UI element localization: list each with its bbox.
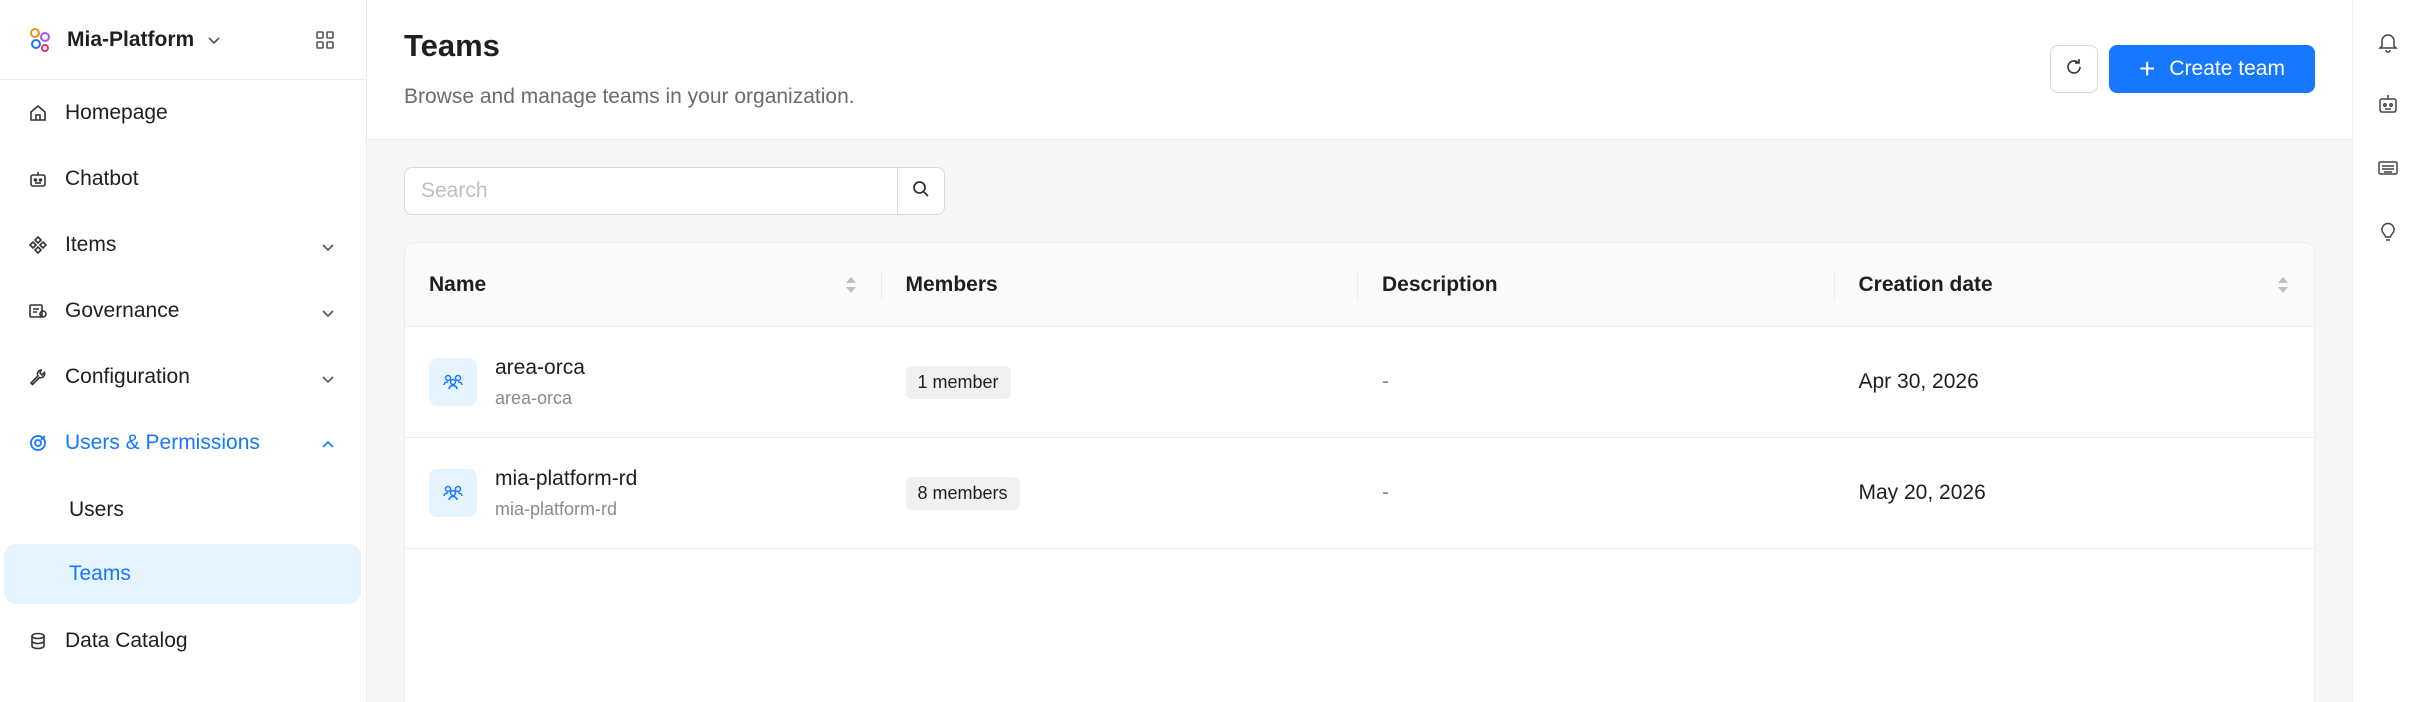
cell-creation-date: May 20, 2026 (1835, 438, 2315, 549)
main-content: Teams Browse and manage teams in your or… (367, 0, 2352, 702)
team-name[interactable]: area-orca (495, 356, 585, 380)
sort-icon[interactable] (2276, 271, 2290, 299)
chevron-down-icon (320, 237, 336, 253)
cell-creation-date: Apr 30, 2026 (1835, 327, 2315, 438)
team-text: mia-platform-rd mia-platform-rd (495, 467, 637, 520)
sidebar-item-users-permissions[interactable]: Users & Permissions (0, 410, 366, 476)
cell-members: 1 member (882, 327, 1359, 438)
users-permissions-icon (27, 432, 49, 454)
sidebar-item-homepage[interactable]: Homepage (0, 80, 366, 146)
cell-name: mia-platform-rd mia-platform-rd (405, 438, 882, 549)
table-row[interactable]: mia-platform-rd mia-platform-rd 8 member… (405, 438, 2314, 549)
sidebar-item-governance[interactable]: Governance (0, 278, 366, 344)
items-icon (27, 234, 49, 256)
team-slug: area-orca (495, 387, 573, 408)
cell-name: area-orca area-orca (405, 327, 882, 438)
page-subtitle: Browse and manage teams in your organiza… (404, 85, 855, 108)
search-icon (911, 179, 931, 204)
sidebar-item-configuration[interactable]: Configuration (0, 344, 366, 410)
chevron-down-icon (206, 32, 222, 48)
keyboard-icon[interactable] (2375, 155, 2401, 181)
search-input[interactable] (404, 167, 897, 215)
sidebar-item-items[interactable]: Items (0, 212, 366, 278)
sidebar-item-chatbot[interactable]: Chatbot (0, 146, 366, 212)
sidebar-item-label: Chatbot (65, 167, 139, 190)
page-header: Teams Browse and manage teams in your or… (367, 0, 2352, 140)
sidebar-item-label: Configuration (65, 365, 190, 388)
column-header-members: Members (882, 243, 1358, 327)
cell-members: 8 members (882, 438, 1359, 549)
cell-description: - (1358, 327, 1835, 438)
refresh-icon (2064, 57, 2084, 82)
column-header-description: Description (1358, 243, 1835, 327)
create-team-button[interactable]: + Create team (2109, 45, 2315, 93)
description-text: - (1382, 370, 1389, 393)
lightbulb-icon[interactable] (2375, 219, 2401, 245)
sidebar-subitem-teams[interactable]: Teams (4, 544, 361, 604)
description-text: - (1382, 481, 1389, 504)
creation-date-text: May 20, 2026 (1858, 481, 1986, 504)
chevron-down-icon (320, 303, 336, 319)
search-button[interactable] (897, 167, 945, 215)
sidebar-subitem-users[interactable]: Users (4, 480, 361, 540)
column-header-name[interactable]: Name (405, 243, 882, 327)
column-label: Members (905, 272, 998, 296)
teams-table: Name Members Description Creation date a… (404, 242, 2315, 702)
chevron-up-icon (320, 435, 336, 451)
wrench-icon (27, 366, 49, 388)
brand-name: Mia-Platform (67, 27, 195, 51)
robot-icon[interactable] (2375, 91, 2401, 117)
mia-logo-icon (27, 27, 53, 53)
sidebar-nav: Homepage Chatbot Items Governance Config… (0, 80, 366, 674)
sidebar-item-label: Homepage (65, 101, 168, 124)
sidebar-item-data-catalog[interactable]: Data Catalog (0, 608, 366, 674)
column-label: Name (429, 272, 487, 296)
home-icon (27, 102, 49, 124)
sidebar-item-label: Users & Permissions (65, 431, 260, 454)
team-icon (429, 358, 477, 406)
creation-date-text: Apr 30, 2026 (1858, 370, 1979, 393)
sidebar-subitem-label: Teams (69, 562, 131, 585)
members-badge: 8 members (905, 476, 1020, 510)
page-title: Teams (404, 28, 500, 63)
cell-description: - (1358, 438, 1835, 549)
table-header: Name Members Description Creation date (405, 243, 2314, 327)
table-row[interactable]: area-orca area-orca 1 member - Apr 30, 2… (405, 327, 2314, 438)
sidebar-item-label: Data Catalog (65, 629, 188, 652)
right-rail (2352, 0, 2421, 702)
team-name[interactable]: mia-platform-rd (495, 467, 637, 491)
sidebar-subitem-label: Users (69, 498, 124, 521)
governance-icon (27, 300, 49, 322)
bell-icon[interactable] (2375, 29, 2401, 55)
team-text: area-orca area-orca (495, 356, 585, 409)
column-header-creation-date[interactable]: Creation date (1835, 243, 2315, 327)
sidebar-item-label: Items (65, 233, 117, 256)
sidebar-item-label: Governance (65, 299, 180, 322)
refresh-button[interactable] (2050, 45, 2098, 93)
database-icon (27, 630, 49, 652)
chevron-down-icon (320, 369, 336, 385)
brand-switcher[interactable]: Mia-Platform (0, 0, 366, 80)
team-slug: mia-platform-rd (495, 498, 618, 519)
members-badge: 1 member (905, 365, 1011, 399)
plus-icon: + (2139, 53, 2156, 84)
sort-icon[interactable] (844, 271, 858, 299)
column-label: Description (1382, 272, 1498, 296)
create-team-label: Create team (2169, 57, 2285, 80)
search-bar (404, 167, 945, 215)
sidebar: Mia-Platform Homepage Chatbot Items Gove… (0, 0, 367, 702)
apps-grid-icon[interactable] (314, 29, 336, 51)
team-icon (429, 469, 477, 517)
robot-icon (27, 168, 49, 190)
column-label: Creation date (1858, 272, 1993, 296)
